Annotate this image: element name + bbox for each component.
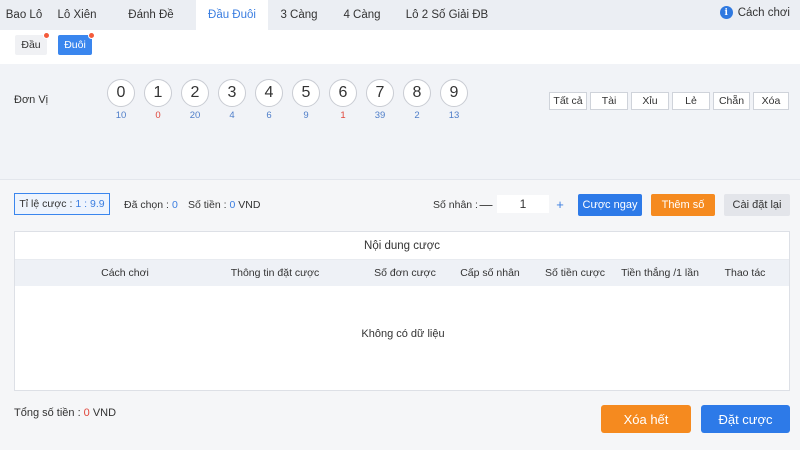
tab-lo-2-so-giai-db[interactable]: Lô 2 Số Giải ĐB — [394, 0, 500, 30]
row-label-don-vi: Đơn Vị — [14, 94, 49, 106]
empty-state: Không có dữ liệu — [361, 328, 445, 340]
hot-dot-icon — [88, 32, 95, 39]
number-ball-1[interactable]: 1 — [144, 79, 172, 107]
number-count: 0 — [155, 110, 161, 121]
number-picker: Đơn Vị 0 10 1 0 2 20 3 4 4 6 5 9 6 1 7 3… — [0, 64, 800, 180]
bet-amount: Số tiền :0 VND — [188, 199, 260, 211]
selected-count: Đã chọn :0 — [124, 199, 178, 211]
tab-danh-de[interactable]: Đánh Đề — [106, 0, 196, 30]
number-count: 39 — [374, 110, 386, 121]
tab-bao-lo[interactable]: Bao Lô — [0, 0, 48, 30]
multiplier-plus-button[interactable]: + — [550, 195, 570, 213]
how-to-play-link[interactable]: i Cách chơi — [719, 6, 790, 19]
odds-rate: Tỉ lệ cược : 1 : 9.9 — [14, 193, 110, 215]
add-number-button[interactable]: Thêm số — [651, 194, 715, 216]
bet-amount-unit: VND — [238, 199, 261, 211]
number-count: 6 — [266, 110, 272, 121]
table-title: Nội dung cược — [15, 232, 789, 260]
total-amount-label: Tổng số tiền : — [14, 407, 81, 419]
number-ball-8[interactable]: 8 — [403, 79, 431, 107]
table-header: Cách chơi Thông tin đặt cược Số đơn cược… — [15, 260, 789, 286]
subtab-duoi-label: Đuôi — [64, 39, 86, 51]
bet-content-table: Nội dung cược Cách chơi Thông tin đặt cư… — [14, 231, 790, 391]
subtab-bar: Đầu Đuôi — [0, 30, 800, 64]
column-header: Cấp số nhân — [460, 267, 520, 279]
tab-3-cang[interactable]: 3 Càng — [268, 0, 330, 30]
odds-rate-value: 1 : 9.9 — [75, 198, 105, 210]
clear-all-button[interactable]: Xóa hết — [601, 405, 691, 433]
how-to-play-label: Cách chơi — [737, 6, 790, 19]
subtab-dau[interactable]: Đầu — [15, 32, 50, 55]
number-count: 10 — [115, 110, 127, 121]
number-count: 9 — [303, 110, 309, 121]
multiplier-minus-button[interactable]: — — [476, 195, 496, 213]
bet-controls: Tỉ lệ cược : 1 : 9.9 Đã chọn :0 Số tiền … — [0, 181, 800, 229]
number-count: 4 — [229, 110, 235, 121]
bet-amount-label: Số tiền : — [188, 199, 227, 211]
column-header: Cách chơi — [101, 267, 149, 279]
column-header: Tiền thắng /1 lần — [621, 267, 699, 279]
selected-count-label: Đã chọn : — [124, 199, 169, 211]
number-count: 13 — [448, 110, 460, 121]
subtab-dau-label: Đầu — [21, 39, 41, 51]
total-amount-value: 0 — [83, 407, 90, 419]
multiplier-label: Số nhân : — [433, 199, 478, 211]
reset-button[interactable]: Cài đặt lại — [724, 194, 790, 216]
column-header: Thông tin đặt cược — [230, 267, 320, 279]
total-amount: Tổng số tiền :0 VND — [14, 407, 116, 419]
bet-amount-value: 0 — [229, 199, 236, 211]
number-ball-6[interactable]: 6 — [329, 79, 357, 107]
clear-selection-button[interactable]: Xóa — [753, 92, 789, 110]
number-ball-3[interactable]: 3 — [218, 79, 246, 107]
number-count: 2 — [414, 110, 420, 121]
number-count: 20 — [189, 110, 201, 121]
number-ball-2[interactable]: 2 — [181, 79, 209, 107]
subtab-duoi[interactable]: Đuôi — [58, 32, 95, 55]
hot-dot-icon — [43, 32, 50, 39]
column-header: Số đơn cược — [374, 267, 436, 279]
selected-count-value: 0 — [171, 199, 178, 211]
select-all-button[interactable]: Tất cả — [549, 92, 587, 110]
select-xiu-button[interactable]: Xỉu — [631, 92, 669, 110]
select-le-button[interactable]: Lẻ — [672, 92, 710, 110]
odds-rate-label: Tỉ lệ cược : — [19, 198, 73, 210]
tab-dau-duoi[interactable]: Đầu Đuôi — [196, 0, 268, 30]
select-tai-button[interactable]: Tài — [590, 92, 628, 110]
game-tabs: Bao Lô Lô Xiên Đánh Đề Đầu Đuôi 3 Càng 4… — [0, 0, 800, 30]
tab-lo-xien[interactable]: Lô Xiên — [48, 0, 106, 30]
info-icon: i — [719, 6, 733, 19]
number-count: 1 — [340, 110, 346, 121]
place-bet-button[interactable]: Đặt cược — [701, 405, 790, 433]
select-chan-button[interactable]: Chẵn — [713, 92, 750, 110]
number-ball-5[interactable]: 5 — [292, 79, 320, 107]
column-header: Thao tác — [724, 267, 766, 279]
bet-now-button[interactable]: Cược ngay — [578, 194, 642, 216]
footer-bar: Tổng số tiền :0 VND Xóa hết Đặt cược — [0, 392, 800, 450]
number-ball-9[interactable]: 9 — [440, 79, 468, 107]
tab-4-cang[interactable]: 4 Càng — [330, 0, 394, 30]
column-header: Số tiền cược — [544, 267, 606, 279]
number-ball-0[interactable]: 0 — [107, 79, 135, 107]
number-ball-7[interactable]: 7 — [366, 79, 394, 107]
multiplier-input[interactable] — [497, 195, 549, 213]
number-ball-4[interactable]: 4 — [255, 79, 283, 107]
total-amount-unit: VND — [92, 407, 117, 419]
